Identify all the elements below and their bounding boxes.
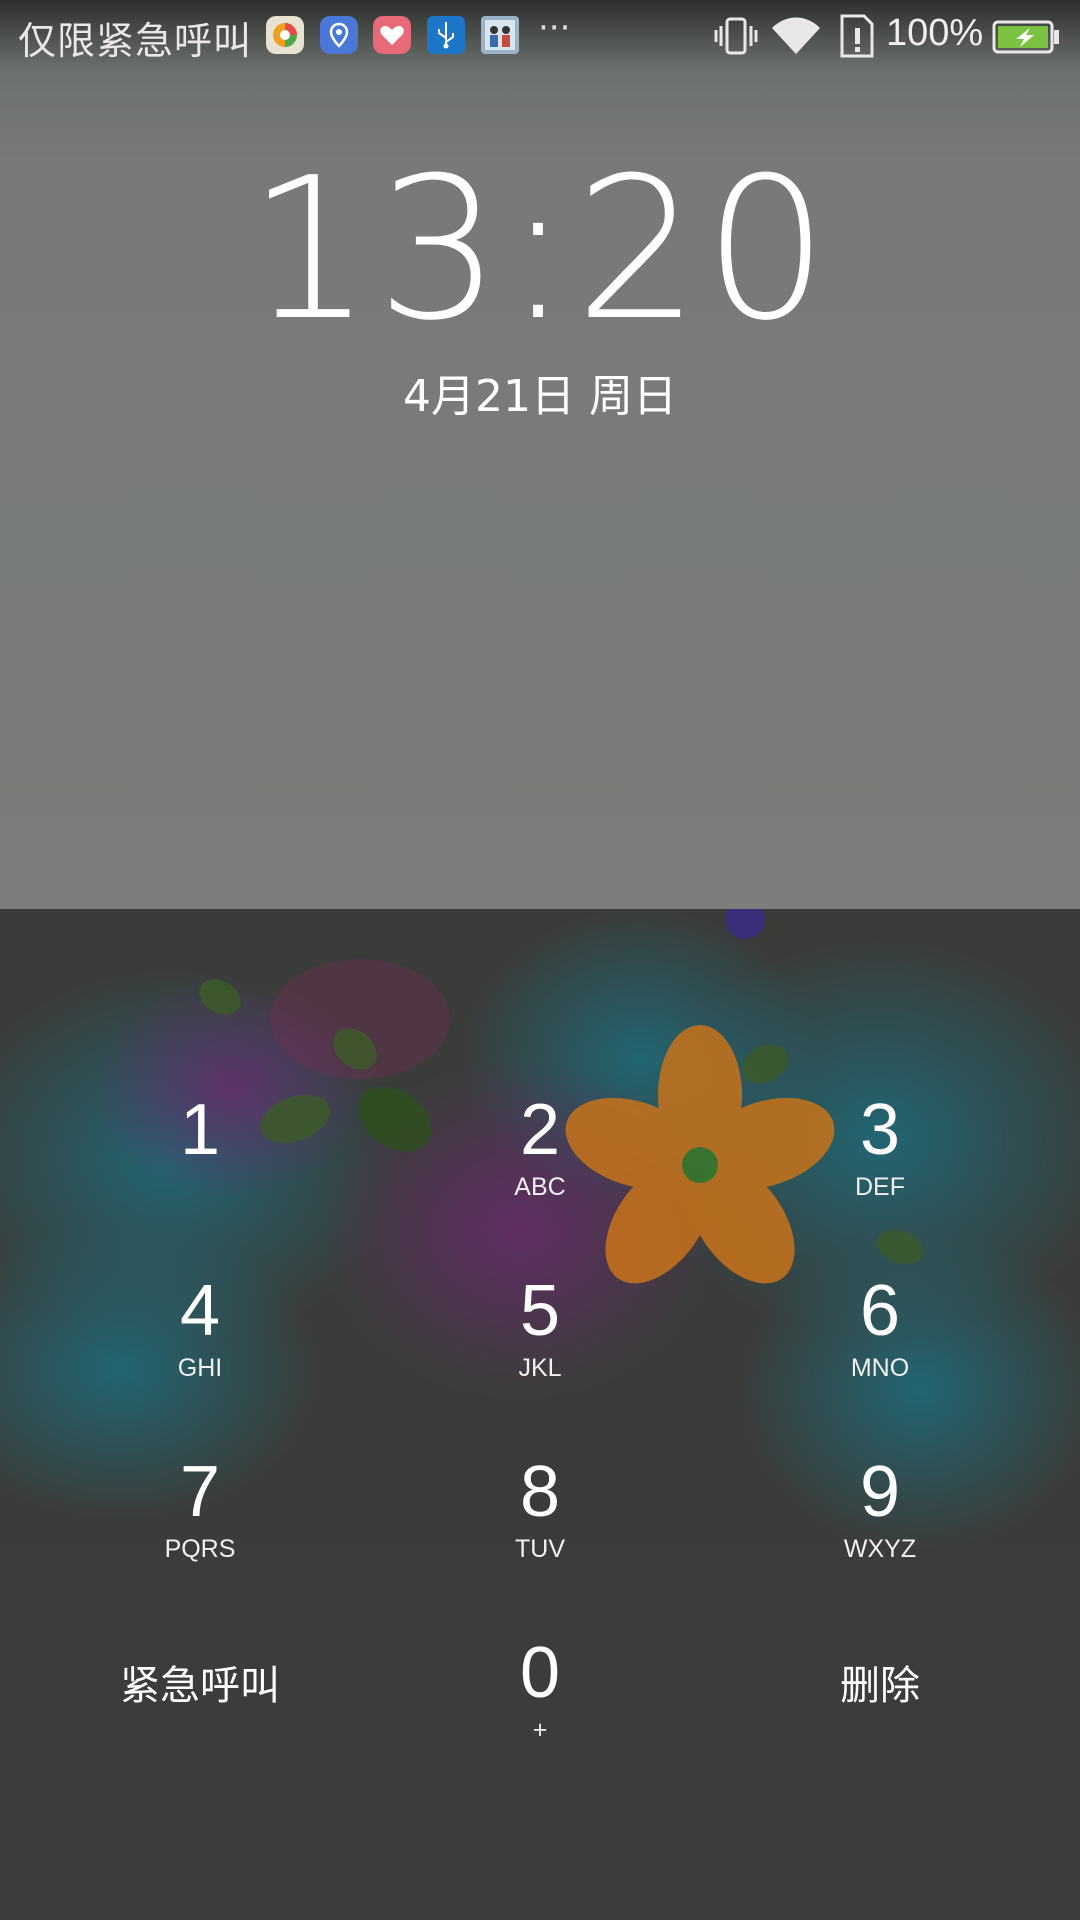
photo-thumbnail-icon bbox=[481, 16, 519, 54]
lock-date: 4月21日 周日 bbox=[403, 371, 677, 422]
key-letters: + bbox=[532, 1716, 548, 1744]
browser-app-icon bbox=[266, 16, 304, 54]
key-0[interactable]: 0 + bbox=[390, 1633, 690, 1783]
key-3[interactable]: 3 DEF bbox=[730, 1090, 1030, 1240]
location-app-icon bbox=[320, 16, 358, 54]
key-7[interactable]: 7 PQRS bbox=[50, 1452, 350, 1602]
key-digit: 6 bbox=[859, 1271, 901, 1351]
key-digit: 1 bbox=[179, 1090, 221, 1170]
more-notifications-indicator: ··· bbox=[538, 8, 571, 48]
key-digit: 3 bbox=[859, 1090, 901, 1170]
battery-charging-icon bbox=[992, 20, 1060, 58]
battery-percent: 100% bbox=[886, 12, 984, 54]
key-digit: 4 bbox=[179, 1271, 221, 1351]
vibrate-icon bbox=[714, 16, 758, 60]
key-letters: GHI bbox=[177, 1354, 223, 1382]
key-9[interactable]: 9 WXYZ bbox=[730, 1452, 1030, 1602]
key-2[interactable]: 2 ABC bbox=[390, 1090, 690, 1240]
delete-button[interactable]: 删除 bbox=[730, 1636, 1030, 1736]
key-letters: MNO bbox=[850, 1354, 910, 1382]
sim-alert-icon bbox=[838, 14, 876, 62]
key-digit: 7 bbox=[179, 1452, 221, 1532]
key-4[interactable]: 4 GHI bbox=[50, 1271, 350, 1421]
key-6[interactable]: 6 MNO bbox=[730, 1271, 1030, 1421]
lock-clock: 13:20 bbox=[247, 136, 833, 364]
key-letters: PQRS bbox=[164, 1535, 236, 1563]
key-letters: ABC bbox=[514, 1173, 566, 1201]
key-digit: 0 bbox=[519, 1633, 561, 1713]
usb-icon bbox=[427, 16, 465, 54]
key-letters: WXYZ bbox=[843, 1535, 917, 1563]
carrier-text: 仅限紧急呼叫 bbox=[18, 19, 253, 63]
key-digit: 2 bbox=[519, 1090, 561, 1170]
key-digit: 5 bbox=[519, 1271, 561, 1351]
key-8[interactable]: 8 TUV bbox=[390, 1452, 690, 1602]
emergency-call-button[interactable]: 紧急呼叫 bbox=[50, 1636, 350, 1736]
key-digit: 9 bbox=[859, 1452, 901, 1532]
wifi-icon bbox=[770, 14, 822, 60]
status-bar: 仅限紧急呼叫 ··· 100% bbox=[0, 0, 1080, 72]
key-letters: TUV bbox=[515, 1535, 565, 1563]
health-app-icon bbox=[373, 16, 411, 54]
key-letters: DEF bbox=[855, 1173, 905, 1201]
key-5[interactable]: 5 JKL bbox=[390, 1271, 690, 1421]
key-1[interactable]: 1 bbox=[50, 1090, 350, 1240]
key-digit: 8 bbox=[519, 1452, 561, 1532]
key-letters: JKL bbox=[518, 1354, 562, 1382]
